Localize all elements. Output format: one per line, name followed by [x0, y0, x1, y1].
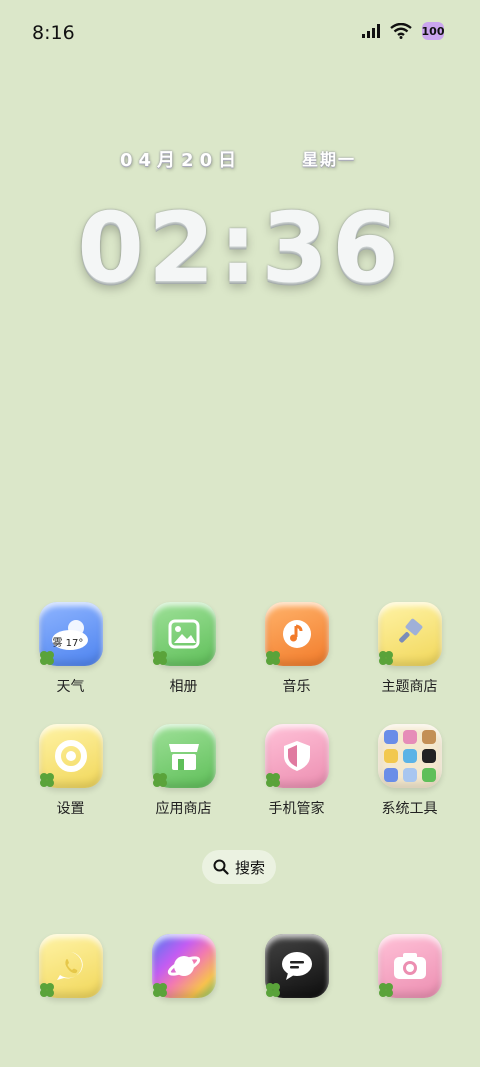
- dock-phone[interactable]: [14, 934, 127, 998]
- app-gallery[interactable]: 相册: [127, 602, 240, 696]
- folder-app-icon: [383, 730, 398, 744]
- app-app-store[interactable]: 应用商店: [127, 724, 240, 818]
- battery-indicator: 100: [422, 22, 444, 40]
- folder-app-icon: [402, 768, 417, 782]
- app-label: 相册: [169, 679, 198, 695]
- app-label: 主题商店: [381, 679, 438, 695]
- folder-app-icon: [402, 749, 417, 763]
- phone-icon: [38, 934, 103, 998]
- signal-icon: [362, 24, 380, 38]
- search-icon: [213, 859, 229, 875]
- clover-badge-icon: [378, 983, 393, 997]
- folder-app-icon: [421, 749, 436, 763]
- clover-badge-icon: [152, 773, 167, 787]
- app-theme-store[interactable]: 主题商店: [353, 602, 466, 696]
- app-label: 系统工具: [381, 801, 438, 817]
- clover-badge-icon: [378, 651, 393, 665]
- folder-app-icon: [402, 730, 417, 744]
- dock-browser[interactable]: [127, 934, 240, 998]
- status-icons: 100: [362, 22, 444, 40]
- system-tools-folder-icon: [377, 724, 442, 788]
- dock-camera[interactable]: [353, 934, 466, 998]
- clover-badge-icon: [265, 983, 280, 997]
- app-settings[interactable]: 设置: [14, 724, 127, 818]
- app-phone-manager[interactable]: 手机管家: [240, 724, 353, 818]
- clock-date: 04月20日: [120, 150, 243, 171]
- app-label: 设置: [56, 801, 85, 817]
- clover-badge-icon: [39, 983, 54, 997]
- clock-weekday: 星期一: [302, 150, 357, 169]
- app-label: 手机管家: [268, 801, 325, 817]
- status-bar: 8:16 100: [0, 0, 480, 64]
- app-system-tools-folder[interactable]: 系统工具: [353, 724, 466, 818]
- app-label: 应用商店: [155, 801, 212, 817]
- folder-app-icon: [421, 730, 436, 744]
- camera-icon: [377, 934, 442, 998]
- app-label: 天气: [56, 679, 85, 695]
- messages-icon: [264, 934, 329, 998]
- battery-level: 100: [421, 24, 445, 38]
- clover-badge-icon: [39, 773, 54, 787]
- status-time: 8:16: [32, 22, 75, 44]
- clover-badge-icon: [152, 983, 167, 997]
- folder-app-icon: [383, 749, 398, 763]
- weather-icon: 雾 17°: [38, 602, 103, 666]
- search-label: 搜索: [234, 858, 265, 877]
- app-label: 音乐: [282, 679, 311, 695]
- search-button[interactable]: 搜索: [202, 850, 276, 884]
- music-icon: [264, 602, 329, 666]
- clover-badge-icon: [39, 651, 54, 665]
- gallery-icon: [151, 602, 216, 666]
- clover-badge-icon: [265, 773, 280, 787]
- clock-date-row[interactable]: 04月20日 星期一: [0, 146, 480, 171]
- theme-store-icon: [377, 602, 442, 666]
- folder-app-icon: [383, 768, 398, 782]
- clock-time[interactable]: 02:36: [0, 192, 480, 304]
- weather-icon-text: 雾 17°: [52, 638, 84, 649]
- folder-app-icon: [421, 768, 436, 782]
- app-weather[interactable]: 雾 17° 天气: [14, 602, 127, 696]
- phone-manager-icon: [264, 724, 329, 788]
- app-music[interactable]: 音乐: [240, 602, 353, 696]
- clover-badge-icon: [265, 651, 280, 665]
- wifi-icon: [390, 23, 412, 39]
- clover-badge-icon: [152, 651, 167, 665]
- settings-icon: [38, 724, 103, 788]
- app-store-icon: [151, 724, 216, 788]
- dock-messages[interactable]: [240, 934, 353, 998]
- browser-icon: [151, 934, 216, 998]
